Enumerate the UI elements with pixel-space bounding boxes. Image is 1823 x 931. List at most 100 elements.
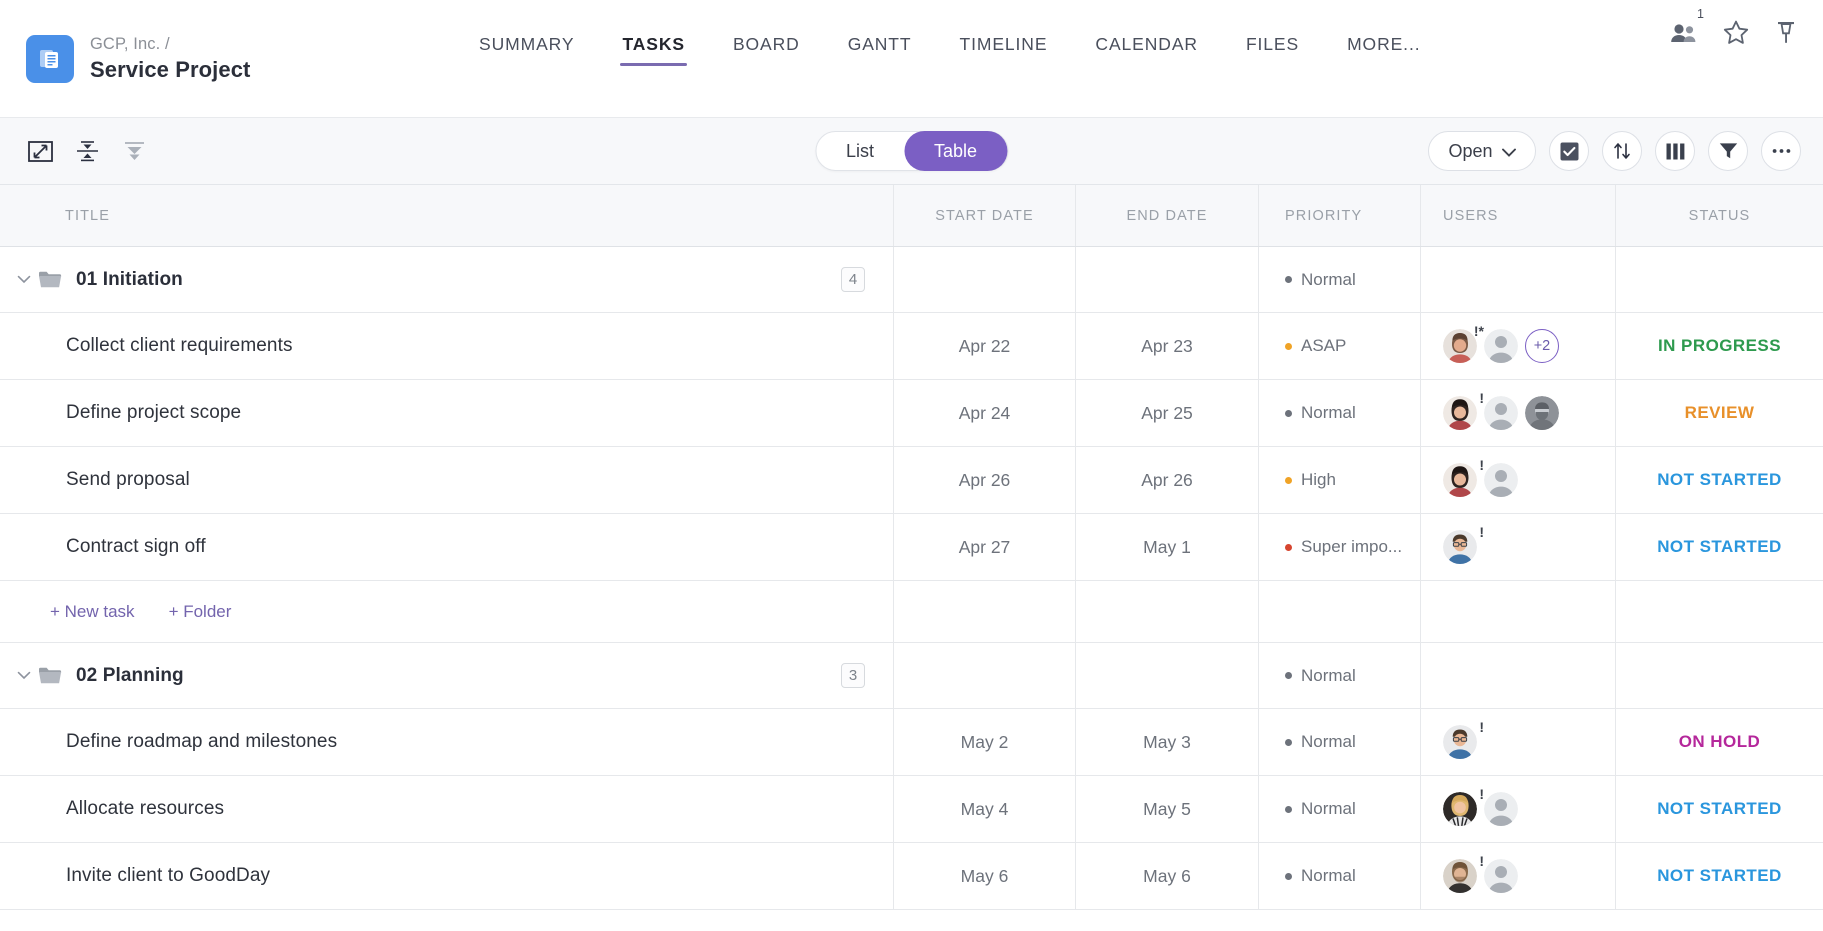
breadcrumb[interactable]: GCP, Inc. / (90, 35, 250, 54)
table-row[interactable]: Invite client to GoodDay May 6 May 6 Nor… (0, 843, 1823, 910)
task-start-date[interactable]: Apr 22 (893, 313, 1075, 379)
task-priority[interactable]: ASAP (1258, 313, 1420, 379)
column-header-end-date[interactable]: END DATE (1075, 185, 1258, 246)
avatar[interactable]: ! (1443, 458, 1484, 497)
task-status[interactable]: NOT STARTED (1615, 447, 1823, 513)
tab-tasks[interactable]: TASKS (598, 34, 709, 66)
task-end-date[interactable]: May 6 (1075, 843, 1258, 909)
project-brand[interactable]: GCP, Inc. / Service Project (0, 34, 380, 83)
people-icon[interactable]: 1 (1670, 8, 1704, 43)
tab-calendar[interactable]: CALENDAR (1071, 34, 1222, 66)
task-users[interactable]: ! (1420, 843, 1615, 909)
task-start-date[interactable]: May 6 (893, 843, 1075, 909)
avatar[interactable] (1484, 463, 1518, 497)
avatar[interactable]: !* (1443, 324, 1484, 363)
task-users[interactable]: ! (1420, 447, 1615, 513)
group-priority[interactable]: Normal (1258, 247, 1420, 312)
table-row[interactable]: Collect client requirements Apr 22 Apr 2… (0, 313, 1823, 380)
avatar[interactable] (1525, 396, 1559, 430)
task-status[interactable]: NOT STARTED (1615, 514, 1823, 580)
table-row[interactable]: Contract sign off Apr 27 May 1 Super imp… (0, 514, 1823, 581)
task-users[interactable]: ! (1420, 514, 1615, 580)
checkbox-icon[interactable] (1549, 131, 1589, 171)
table-row[interactable]: Send proposal Apr 26 Apr 26 High ! NOT S… (0, 447, 1823, 514)
task-end-date[interactable]: Apr 25 (1075, 380, 1258, 446)
status-filter-dropdown[interactable]: Open (1428, 131, 1536, 171)
task-end-date[interactable]: May 3 (1075, 709, 1258, 775)
task-users[interactable]: ! (1420, 380, 1615, 446)
group-end-date[interactable] (1075, 247, 1258, 312)
task-title-cell[interactable]: Invite client to GoodDay (0, 843, 893, 909)
task-status[interactable]: IN PROGRESS (1615, 313, 1823, 379)
collapse-all-icon[interactable] (75, 139, 100, 163)
column-header-priority[interactable]: PRIORITY (1258, 185, 1420, 246)
task-title-cell[interactable]: Define roadmap and milestones (0, 709, 893, 775)
task-end-date[interactable]: May 5 (1075, 776, 1258, 842)
chevron-down-icon[interactable] (10, 275, 38, 284)
avatar[interactable] (1484, 329, 1518, 363)
tab-board[interactable]: BOARD (709, 34, 824, 66)
task-start-date[interactable]: May 2 (893, 709, 1075, 775)
column-header-title[interactable]: TITLE (0, 185, 893, 246)
avatar[interactable] (1484, 859, 1518, 893)
new-folder-button[interactable]: + Folder (169, 602, 232, 622)
table-row[interactable]: Define project scope Apr 24 Apr 25 Norma… (0, 380, 1823, 447)
avatar[interactable]: ! (1443, 787, 1484, 826)
column-header-status[interactable]: STATUS (1615, 185, 1823, 246)
avatar[interactable]: ! (1443, 525, 1484, 564)
expand-all-icon[interactable] (122, 139, 147, 163)
avatar[interactable]: ! (1443, 720, 1484, 759)
task-status[interactable]: NOT STARTED (1615, 776, 1823, 842)
columns-icon[interactable] (1655, 131, 1695, 171)
avatar[interactable]: ! (1443, 854, 1484, 893)
task-status[interactable]: ON HOLD (1615, 709, 1823, 775)
table-row[interactable]: Define roadmap and milestones May 2 May … (0, 709, 1823, 776)
tab-gantt[interactable]: GANTT (824, 34, 936, 66)
task-status[interactable]: REVIEW (1615, 380, 1823, 446)
task-priority[interactable]: Normal (1258, 843, 1420, 909)
group-users[interactable] (1420, 643, 1615, 708)
group-status[interactable] (1615, 643, 1823, 708)
avatar[interactable] (1484, 396, 1518, 430)
tab-more[interactable]: MORE... (1323, 34, 1444, 66)
group-start-date[interactable] (893, 643, 1075, 708)
task-priority[interactable]: Normal (1258, 776, 1420, 842)
task-title-cell[interactable]: Define project scope (0, 380, 893, 446)
sort-icon[interactable] (1602, 131, 1642, 171)
avatar[interactable] (1484, 792, 1518, 826)
tab-summary[interactable]: SUMMARY (455, 34, 598, 66)
pin-icon[interactable] (1775, 20, 1797, 45)
tab-files[interactable]: FILES (1222, 34, 1323, 66)
task-start-date[interactable]: Apr 26 (893, 447, 1075, 513)
task-start-date[interactable]: Apr 27 (893, 514, 1075, 580)
view-toggle-list[interactable]: List (816, 131, 904, 171)
task-users[interactable]: ! (1420, 709, 1615, 775)
group-start-date[interactable] (893, 247, 1075, 312)
task-title-cell[interactable]: Collect client requirements (0, 313, 893, 379)
tab-timeline[interactable]: TIMELINE (936, 34, 1072, 66)
group-priority[interactable]: Normal (1258, 643, 1420, 708)
group-end-date[interactable] (1075, 643, 1258, 708)
task-start-date[interactable]: May 4 (893, 776, 1075, 842)
fullscreen-icon[interactable] (28, 140, 53, 162)
group-row[interactable]: 01 Initiation 4 Normal (0, 247, 1823, 313)
task-title-cell[interactable]: Allocate resources (0, 776, 893, 842)
group-row[interactable]: 02 Planning 3 Normal (0, 643, 1823, 709)
task-priority[interactable]: Normal (1258, 709, 1420, 775)
avatar[interactable]: ! (1443, 391, 1484, 430)
group-users[interactable] (1420, 247, 1615, 312)
star-icon[interactable] (1723, 20, 1749, 45)
more-options-icon[interactable] (1761, 131, 1801, 171)
task-start-date[interactable]: Apr 24 (893, 380, 1075, 446)
filter-icon[interactable] (1708, 131, 1748, 171)
task-users[interactable]: ! (1420, 776, 1615, 842)
table-row[interactable]: Allocate resources May 4 May 5 Normal ! … (0, 776, 1823, 843)
task-priority[interactable]: Normal (1258, 380, 1420, 446)
task-title-cell[interactable]: Contract sign off (0, 514, 893, 580)
task-priority[interactable]: High (1258, 447, 1420, 513)
view-toggle-table[interactable]: Table (903, 131, 1008, 171)
task-status[interactable]: NOT STARTED (1615, 843, 1823, 909)
new-task-button[interactable]: + New task (50, 602, 135, 622)
task-end-date[interactable]: May 1 (1075, 514, 1258, 580)
chevron-down-icon[interactable] (10, 671, 38, 680)
